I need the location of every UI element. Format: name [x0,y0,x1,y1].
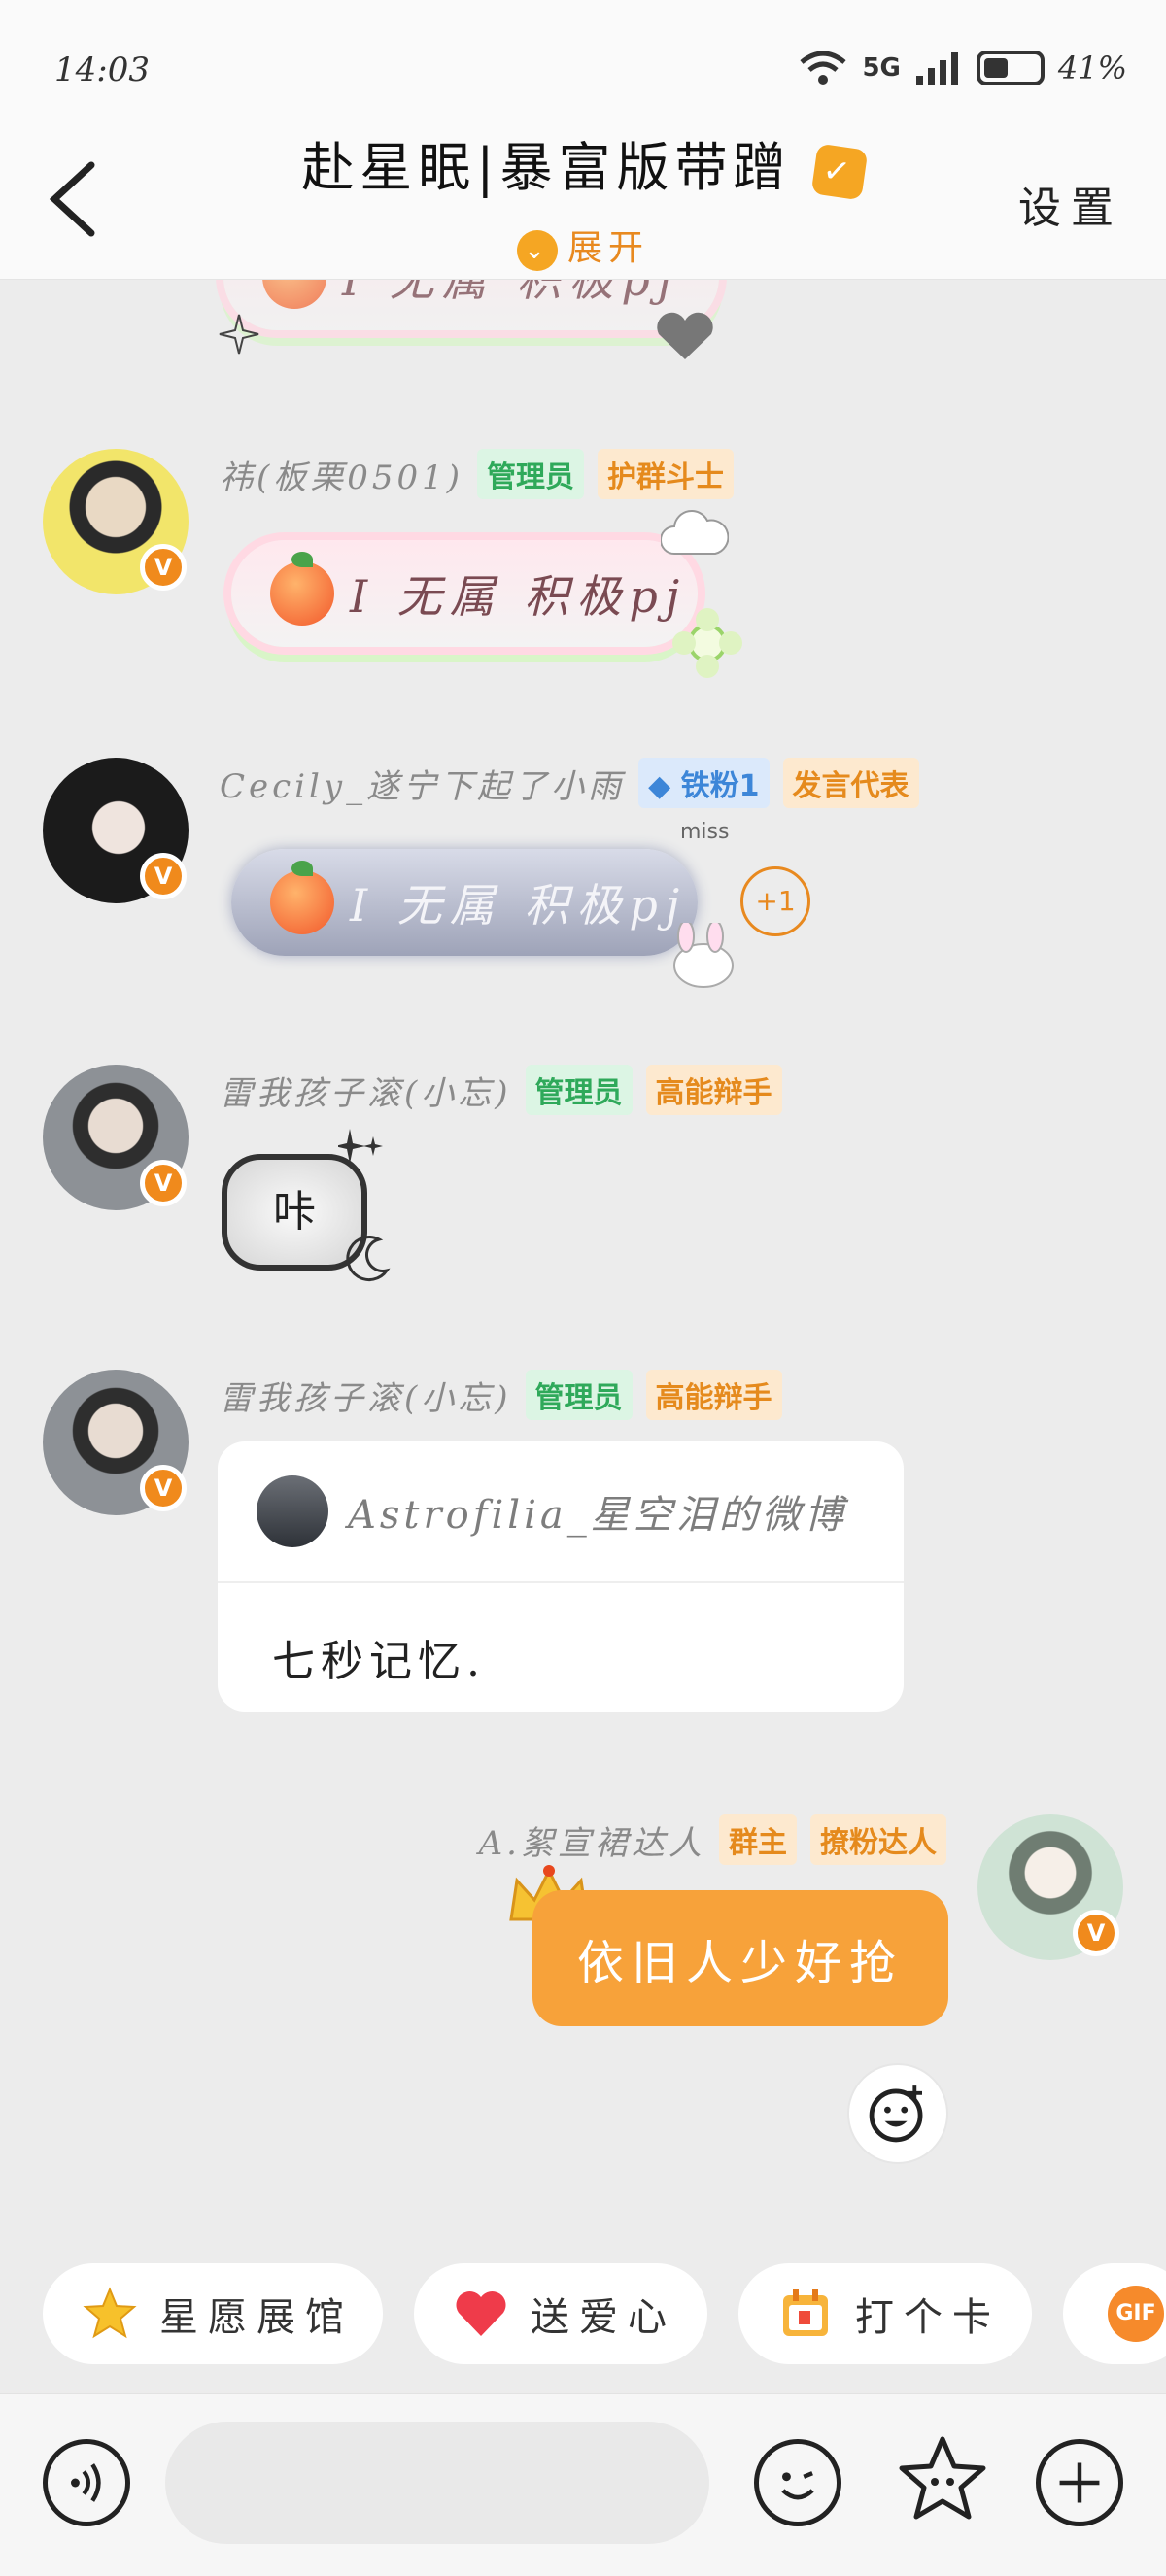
title-tag: 高能辩手 [645,1065,782,1115]
battery-level: 41% [1057,50,1127,86]
quick-action-send-heart[interactable]: 送爱心 [414,2263,707,2364]
message-input[interactable] [165,2422,709,2544]
add-reaction-button[interactable] [847,2063,948,2164]
sender-name[interactable]: 雷我孩子滚(小忘) [220,1372,512,1419]
message-bubble[interactable]: 依旧人少好抢 [532,1890,948,2026]
title-tag: 高能辩手 [645,1370,782,1420]
quote-source[interactable]: Astrofilia_星空泪的微博 [218,1441,904,1583]
star-icon [83,2287,137,2339]
sparkle-icon [338,1129,383,1164]
heart-deco-icon [657,312,713,359]
role-tag: 管理员 [525,1065,633,1115]
group-name: 赴星眠|暴富版带蹭 [301,137,792,198]
role-tag: 管理员 [477,449,585,499]
favorite-sticker-button[interactable] [894,2433,991,2530]
fan-level-tag: ◆ 铁粉1 [638,758,770,808]
verified-icon: V [140,1160,187,1206]
chevron-down-icon: ⌄ [516,230,558,271]
message-text: I 无属 积极pj [350,570,688,623]
verified-icon: V [140,853,187,899]
chip-label: 星愿展馆 [159,2295,354,2340]
verified-badge-icon: ✓ [810,143,869,201]
deco-miss-text: miss [680,820,730,844]
sender-name[interactable]: 祎(板栗0501) [220,451,463,498]
cloud-deco-icon [661,510,729,555]
role-tag: 群主 [719,1814,797,1865]
peach-icon [270,861,334,934]
sender-row: 雷我孩子滚(小忘) 管理员 高能辩手 [220,1370,782,1420]
battery-icon [976,51,1045,85]
calendar-icon [783,2289,828,2336]
quote-source-label: Astrofilia_星空泪的微博 [348,1493,847,1538]
bunny-deco-icon [673,923,734,988]
quick-action-check-in[interactable]: 打个卡 [738,2263,1032,2364]
sender-row: 雷我孩子滚(小忘) 管理员 高能辩手 [220,1065,782,1115]
verified-icon: V [140,1465,187,1511]
sender-row: Cecily_遂宁下起了小雨 ◆ 铁粉1 发言代表 [220,758,919,808]
wifi-icon [800,51,847,85]
role-tag: 管理员 [525,1370,633,1420]
expand-toggle[interactable]: ⌄ 展开 [0,220,1166,271]
quote-text: 七秒记忆. [272,1637,486,1686]
plus-one-reaction-button[interactable]: +1 [740,866,810,936]
status-time: 14:03 [54,51,150,89]
peach-icon [270,552,334,626]
more-plus-button[interactable] [1036,2439,1123,2526]
gif-icon: GIF [1108,2286,1164,2342]
network-label: 5G [862,53,901,83]
page-title: 赴星眠|暴富版带蹭 ✓ [0,124,1166,201]
gif-label: GIF [1115,2301,1156,2325]
input-bar [0,2393,1166,2576]
message-bubble[interactable]: I 无属 积极pj [231,540,698,647]
message-bubble[interactable]: I 无属 积极pj [231,849,698,956]
quick-action-gif[interactable]: GIF [1063,2263,1166,2364]
sender-name[interactable]: Cecily_遂宁下起了小雨 [220,760,625,807]
expand-label: 展开 [566,228,649,268]
status-icons: 5G 41% [798,49,1127,87]
quote-card[interactable]: Astrofilia_星空泪的微博 七秒记忆. [218,1441,904,1712]
verified-icon: V [1073,1910,1119,1956]
message-text: I 无属 积极pj [350,879,688,932]
sender-row: 祎(板栗0501) 管理员 护群斗士 [220,449,735,499]
top-bar: 14:03 5G 41% 赴星眠|暴富版带蹭 ✓ ⌄ 展开 设置 [0,0,1166,280]
verified-icon: V [140,544,187,591]
sender-name[interactable]: 雷我孩子滚(小忘) [220,1067,512,1114]
quick-action-wish-gallery[interactable]: 星愿展馆 [43,2263,383,2364]
sender-name[interactable]: A.絮宣裙达人 [479,1816,705,1864]
emoji-button[interactable] [754,2439,841,2526]
signal-icon [915,52,958,85]
flower-deco-icon [672,608,742,678]
heart-icon [456,2290,506,2336]
sparkle-icon [219,314,259,355]
title-tag: 护群斗士 [598,449,735,499]
voice-button[interactable] [43,2439,130,2526]
chip-label: 打个卡 [855,2295,1001,2340]
title-tag: 撩粉达人 [810,1814,946,1865]
title-tag: 发言代表 [782,758,919,808]
moon-deco-icon [346,1236,391,1281]
fan-level-label: 铁粉1 [680,769,760,803]
settings-button[interactable]: 设置 [1018,173,1123,235]
chip-label: 送爱心 [531,2295,676,2340]
sender-row: A.絮宣裙达人 群主 撩粉达人 [479,1814,946,1865]
quote-avatar [257,1475,328,1547]
